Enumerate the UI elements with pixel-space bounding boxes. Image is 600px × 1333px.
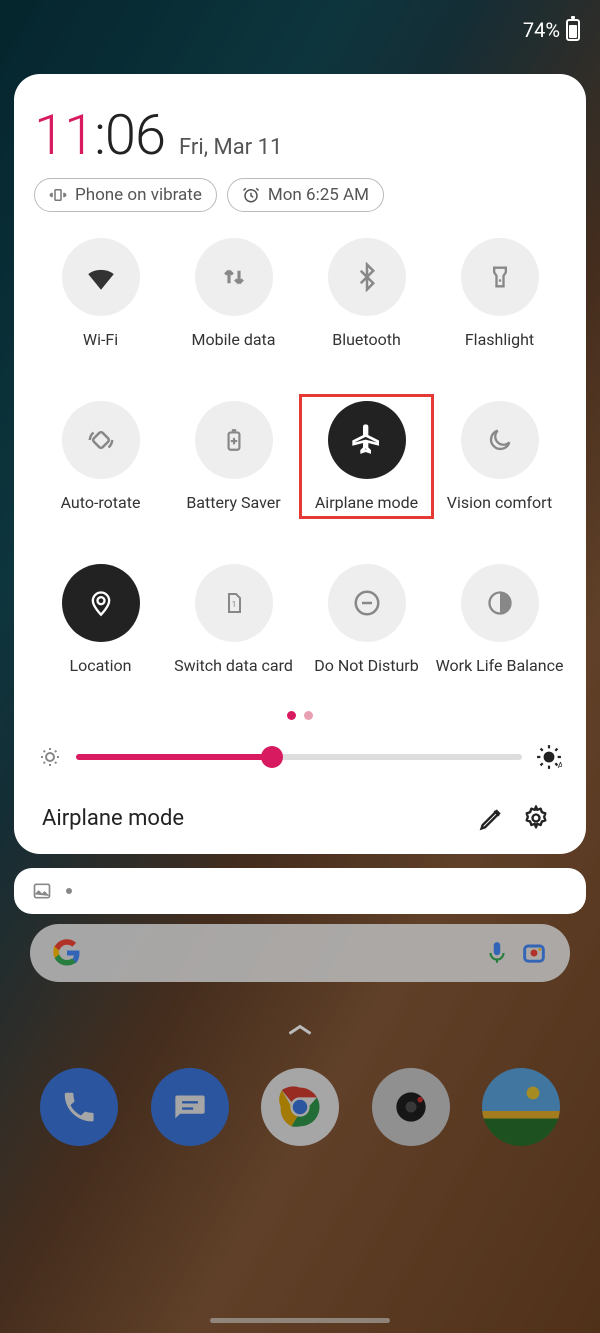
- svg-text:1: 1: [231, 600, 236, 609]
- svg-text:A: A: [558, 761, 562, 770]
- tile-label: Vision comfort: [447, 493, 552, 512]
- dock-messages[interactable]: [151, 1068, 229, 1146]
- dock: [30, 1068, 570, 1146]
- alarm-chip[interactable]: Mon 6:25 AM: [227, 178, 384, 212]
- brightness-low-icon: [38, 745, 62, 769]
- chrome-icon: [271, 1078, 329, 1136]
- battery-icon: [566, 19, 580, 41]
- tile-wifi[interactable]: Wi-Fi: [34, 232, 167, 355]
- tile-mobile-data[interactable]: Mobile data: [167, 232, 300, 355]
- dock-camera[interactable]: [372, 1068, 450, 1146]
- camera-lens-icon[interactable]: [520, 939, 548, 967]
- auto-rotate-icon: [62, 401, 140, 479]
- work-life-balance-icon: [461, 564, 539, 642]
- battery-percentage: 74%: [523, 18, 560, 42]
- airplane-icon: [328, 401, 406, 479]
- image-icon: [32, 881, 52, 901]
- camera-icon: [389, 1085, 433, 1129]
- edit-button[interactable]: [470, 804, 514, 832]
- vibrate-chip[interactable]: Phone on vibrate: [34, 178, 217, 212]
- clock[interactable]: 11:06: [34, 102, 165, 168]
- battery-saver-icon: [195, 401, 273, 479]
- location-icon: [62, 564, 140, 642]
- tile-label: Bluetooth: [332, 330, 401, 349]
- clock-hours: 11: [34, 102, 94, 168]
- tile-bluetooth[interactable]: Bluetooth: [300, 232, 433, 355]
- tile-do-not-disturb[interactable]: Do Not Disturb: [300, 558, 433, 681]
- tile-location[interactable]: Location: [34, 558, 167, 681]
- tile-flashlight[interactable]: Flashlight: [433, 232, 566, 355]
- settings-button[interactable]: [514, 804, 558, 832]
- tile-vision-comfort[interactable]: Vision comfort: [433, 395, 566, 518]
- clock-minutes: 06: [105, 102, 165, 168]
- navigation-handle[interactable]: [210, 1318, 390, 1323]
- tile-work-life-balance[interactable]: Work Life Balance: [433, 558, 566, 681]
- dnd-icon: [328, 564, 406, 642]
- tile-label: Do Not Disturb: [314, 656, 418, 675]
- page-indicator: [34, 711, 566, 720]
- mic-icon[interactable]: [484, 940, 510, 966]
- page-dot-1[interactable]: [287, 711, 296, 720]
- tile-battery-saver[interactable]: Battery Saver: [167, 395, 300, 518]
- tile-label: Flashlight: [465, 330, 534, 349]
- tile-label: Wi-Fi: [83, 330, 118, 349]
- tiles-grid: Wi-Fi Mobile data Bluetooth Flashlight: [34, 232, 566, 681]
- tile-label: Location: [70, 656, 132, 675]
- quick-settings-panel: 11:06 Fri, Mar 11 Phone on vibrate Mon 6…: [14, 74, 586, 854]
- notification-dot: [66, 888, 72, 894]
- vibrate-icon: [49, 186, 67, 204]
- brightness-auto-icon[interactable]: A: [536, 744, 562, 770]
- chevron-up-icon: [286, 1022, 314, 1038]
- alarm-label: Mon 6:25 AM: [268, 185, 369, 205]
- pencil-icon: [478, 804, 506, 832]
- dock-gallery[interactable]: [482, 1068, 560, 1146]
- mobile-data-icon: [195, 238, 273, 316]
- wifi-icon: [62, 238, 140, 316]
- messages-icon: [171, 1088, 209, 1126]
- notification-bar[interactable]: [14, 868, 586, 914]
- footer-label: Airplane mode: [42, 806, 470, 831]
- tile-label: Battery Saver: [186, 493, 280, 512]
- gear-icon: [522, 804, 550, 832]
- vibrate-label: Phone on vibrate: [75, 185, 202, 205]
- home-screen: [0, 924, 600, 1146]
- tile-airplane-mode[interactable]: Airplane mode: [300, 395, 433, 518]
- status-chips: Phone on vibrate Mon 6:25 AM: [34, 178, 566, 212]
- tile-auto-rotate[interactable]: Auto-rotate: [34, 395, 167, 518]
- moon-icon: [461, 401, 539, 479]
- page-dot-2[interactable]: [304, 711, 313, 720]
- app-drawer-handle[interactable]: [285, 1022, 315, 1038]
- panel-footer: Airplane mode: [34, 804, 566, 832]
- tile-label: Switch data card: [174, 656, 293, 675]
- brightness-slider[interactable]: [76, 754, 522, 760]
- google-g-icon: [52, 938, 82, 968]
- tile-label: Work Life Balance: [436, 656, 564, 675]
- slider-fill: [76, 754, 272, 760]
- flashlight-icon: [461, 238, 539, 316]
- gallery-icon: [525, 1085, 541, 1101]
- bluetooth-icon: [328, 238, 406, 316]
- status-bar: 74%: [0, 0, 600, 60]
- tile-label: Airplane mode: [315, 493, 418, 512]
- slider-thumb[interactable]: [261, 746, 283, 768]
- phone-icon: [60, 1088, 98, 1126]
- tile-switch-data-card[interactable]: 1 Switch data card: [167, 558, 300, 681]
- clock-sep: :: [94, 102, 105, 168]
- sim-icon: 1: [195, 564, 273, 642]
- dock-phone[interactable]: [40, 1068, 118, 1146]
- alarm-icon: [242, 186, 260, 204]
- tile-label: Auto-rotate: [61, 493, 141, 512]
- dock-chrome[interactable]: [261, 1068, 339, 1146]
- brightness-row: A: [34, 744, 566, 770]
- google-search-bar[interactable]: [30, 924, 570, 982]
- clock-row: 11:06 Fri, Mar 11: [34, 102, 566, 168]
- tile-label: Mobile data: [192, 330, 276, 349]
- date-label[interactable]: Fri, Mar 11: [179, 135, 282, 160]
